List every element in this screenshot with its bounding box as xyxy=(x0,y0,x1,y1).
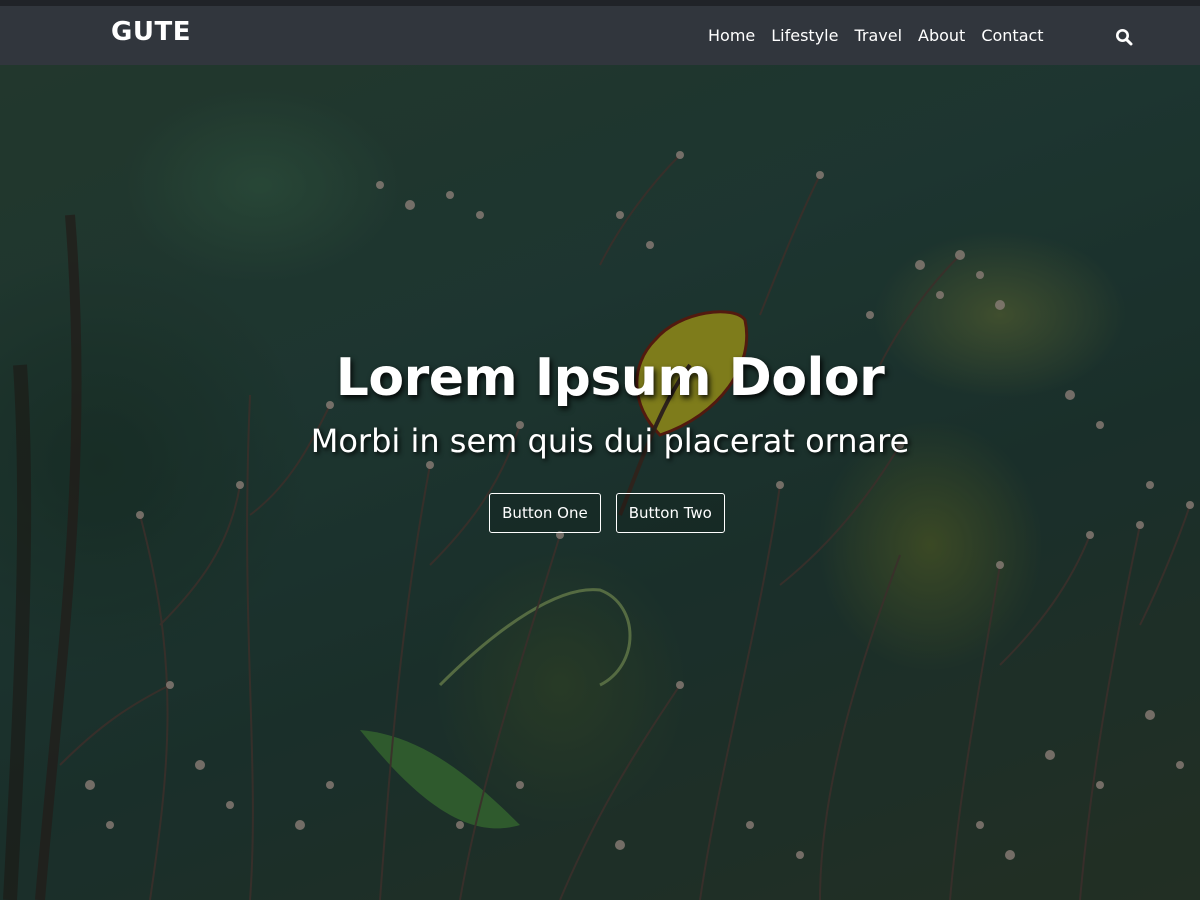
site-logo[interactable]: GUTE xyxy=(111,17,191,47)
search-button[interactable] xyxy=(1110,24,1138,50)
nav-item-contact[interactable]: Contact xyxy=(973,24,1051,48)
hero-content: Lorem Ipsum Dolor Morbi in sem quis dui … xyxy=(0,343,1200,533)
button-two[interactable]: Button Two xyxy=(615,493,725,533)
site-header: GUTE Home Lifestyle Travel About Contact xyxy=(0,0,1200,65)
hero-subtitle: Morbi in sem quis dui placerat ornare xyxy=(310,422,910,460)
page: GUTE Home Lifestyle Travel About Contact xyxy=(0,0,1200,900)
hero-buttons: Button One Button Two xyxy=(0,493,1200,533)
nav-item-lifestyle[interactable]: Lifestyle xyxy=(763,24,846,48)
hero-title: Lorem Ipsum Dolor xyxy=(335,348,885,408)
hero-section: Lorem Ipsum Dolor Morbi in sem quis dui … xyxy=(0,65,1200,900)
search-icon xyxy=(1116,29,1133,46)
nav-item-travel[interactable]: Travel xyxy=(846,24,910,48)
nav-item-about[interactable]: About xyxy=(910,24,973,48)
nav-item-home[interactable]: Home xyxy=(700,24,763,48)
button-one[interactable]: Button One xyxy=(489,493,601,533)
main-navigation: Home Lifestyle Travel About Contact xyxy=(700,24,1052,48)
